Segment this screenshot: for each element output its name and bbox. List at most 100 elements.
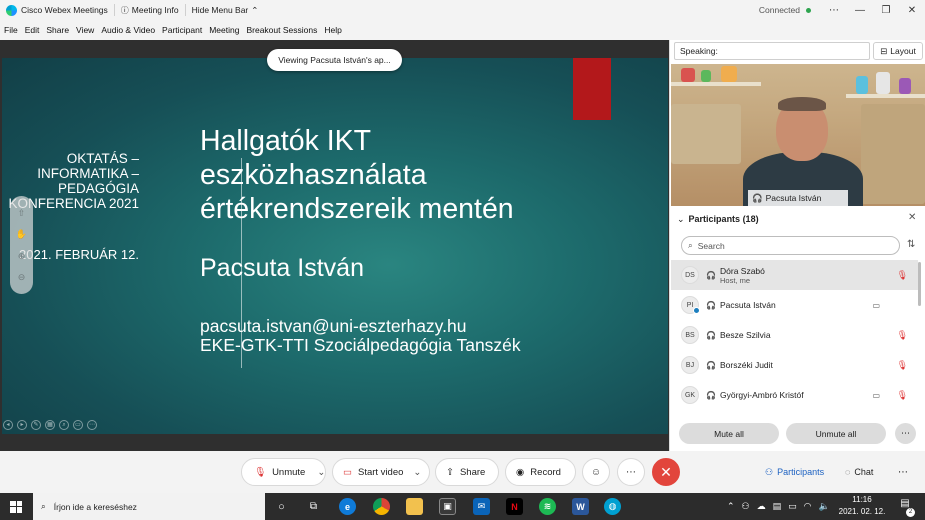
network-icon[interactable]: ▤ bbox=[773, 501, 782, 512]
word-icon[interactable]: W bbox=[572, 498, 589, 515]
participant-row[interactable]: BJ 🎧 Borszéki Judit 🎙 bbox=[671, 350, 918, 380]
participants-button[interactable]: ⚇ Participants bbox=[765, 458, 824, 486]
menu-participant[interactable]: Participant bbox=[162, 25, 202, 35]
speaker-hair bbox=[778, 97, 826, 111]
previous-slide-icon[interactable]: ◂ bbox=[3, 420, 13, 430]
file-explorer-icon[interactable] bbox=[406, 498, 423, 515]
chevron-down-icon[interactable]: ⌄ bbox=[413, 467, 421, 478]
sort-icon[interactable]: ⇅ bbox=[907, 239, 915, 250]
more-icon[interactable]: ⋯ bbox=[821, 5, 847, 16]
taskbar-clock[interactable]: 11:16 2021. 02. 12. bbox=[836, 494, 888, 518]
more-icon: ⋯ bbox=[626, 466, 636, 478]
start-video-button[interactable]: ▭ Start video ⌄ bbox=[332, 458, 430, 486]
system-tray: ⌃ ⚇ ☁ ▤ ▭ ◠ 🔈 bbox=[727, 493, 830, 520]
taskbar-search-input[interactable]: ⌕ Írjon ide a kereséshez bbox=[33, 493, 265, 520]
participant-search-input[interactable]: ⌕ Search bbox=[681, 236, 900, 255]
mic-muted-icon[interactable]: 🎙 bbox=[897, 390, 908, 401]
participants-panel-header[interactable]: ⌄ Participants (18) bbox=[671, 208, 925, 230]
slide-title: Hallgatók IKT eszközhasználata értékrend… bbox=[200, 125, 514, 225]
menu-file[interactable]: File bbox=[4, 25, 18, 35]
magnifier-icon[interactable]: ⌕ bbox=[59, 420, 69, 430]
menu-breakout-sessions[interactable]: Breakout Sessions bbox=[246, 25, 317, 35]
connected-indicator-icon bbox=[806, 7, 811, 13]
restore-button[interactable]: ❐ bbox=[873, 5, 899, 16]
mic-muted-icon[interactable]: 🎙 bbox=[897, 330, 908, 341]
avatar: GK bbox=[681, 386, 699, 404]
pointer-icon[interactable]: ⇧ bbox=[16, 207, 28, 219]
participant-row[interactable]: BS 🎧 Besze Szilvia 🎙 bbox=[671, 320, 918, 350]
minimize-button[interactable]: — bbox=[847, 5, 873, 16]
slide-department: EKE-GTK-TTI Szociálpedagógia Tanszék bbox=[200, 335, 521, 355]
slide-controls: ◂ ▸ ✎ ▦ ⌕ ▭ ⋯ bbox=[3, 420, 97, 430]
store-icon[interactable]: ▣ bbox=[439, 498, 456, 515]
slide-email: pacsuta.istvan@uni-eszterhazy.hu bbox=[200, 316, 467, 336]
close-button[interactable]: ✕ bbox=[899, 5, 925, 16]
participants-more-button[interactable]: ⋯ bbox=[895, 423, 916, 444]
chevron-down-icon[interactable]: ⌄ bbox=[317, 467, 325, 478]
windows-logo-icon bbox=[10, 500, 22, 513]
reactions-button[interactable]: ☺ bbox=[582, 458, 610, 486]
participants-scrollbar[interactable] bbox=[918, 262, 921, 306]
leave-meeting-button[interactable]: ✕ bbox=[652, 458, 680, 486]
menu-share[interactable]: Share bbox=[46, 25, 69, 35]
more-panels-button[interactable]: ⋯ bbox=[898, 458, 908, 486]
chevron-up-icon[interactable]: ⌃ bbox=[727, 501, 735, 512]
active-speaker-video[interactable] bbox=[671, 64, 925, 206]
chat-icon: ◌ bbox=[845, 467, 851, 477]
zoom-out-icon[interactable]: ⊖ bbox=[16, 271, 28, 283]
layout-button[interactable]: ⊟ Layout bbox=[873, 42, 923, 60]
mic-muted-icon[interactable]: 🎙 bbox=[897, 270, 908, 281]
menu-help[interactable]: Help bbox=[324, 25, 341, 35]
battery-icon[interactable]: ▭ bbox=[788, 501, 797, 512]
participant-row[interactable]: GK 🎧 Györgyi-Ambró Kristóf ▭ 🎙 bbox=[671, 380, 918, 410]
headset-icon: 🎧 bbox=[706, 300, 716, 310]
webex-taskbar-icon[interactable]: ◍ bbox=[604, 498, 621, 515]
mic-muted-icon[interactable]: 🎙 bbox=[897, 360, 908, 371]
close-icon[interactable]: ✕ bbox=[908, 212, 916, 223]
netflix-icon[interactable]: N bbox=[506, 498, 523, 515]
zoom-in-icon[interactable]: ⊕ bbox=[16, 250, 28, 262]
menu-view[interactable]: View bbox=[76, 25, 94, 35]
speaking-indicator: Speaking: bbox=[674, 42, 870, 60]
share-button[interactable]: ⇪ Share bbox=[435, 458, 499, 486]
volume-icon[interactable]: 🔈 bbox=[819, 501, 830, 512]
unmute-button[interactable]: 🎙 Unmute ⌄ bbox=[241, 458, 326, 486]
menu-audio-video[interactable]: Audio & Video bbox=[101, 25, 155, 35]
webex-window: Cisco Webex Meetings ⓘ Meeting Info Hide… bbox=[0, 0, 925, 520]
shared-slide: OKTATÁS – INFORMATIKA – PEDAGÓGIA KONFER… bbox=[2, 58, 668, 434]
mute-all-button[interactable]: Mute all bbox=[679, 423, 779, 444]
next-slide-icon[interactable]: ▸ bbox=[17, 420, 27, 430]
spotify-icon[interactable]: ≋ bbox=[539, 498, 556, 515]
avatar: BS bbox=[681, 326, 699, 344]
cortana-icon[interactable]: ○ bbox=[273, 498, 290, 515]
participant-row[interactable]: DS 🎧 Dóra Szabó Host, me 🎙 bbox=[671, 260, 918, 290]
edge-icon[interactable]: e bbox=[339, 498, 356, 515]
chat-button[interactable]: ◌ Chat bbox=[845, 458, 873, 486]
task-view-icon[interactable]: ⧉ bbox=[305, 498, 322, 515]
record-icon: ◉ bbox=[516, 466, 525, 478]
start-button[interactable] bbox=[0, 493, 32, 520]
hide-menu-bar-button[interactable]: Hide Menu Bar ⌃ bbox=[186, 5, 265, 16]
search-icon: ⌕ bbox=[41, 501, 46, 511]
mail-icon[interactable]: ✉ bbox=[473, 498, 490, 515]
meeting-info-button[interactable]: ⓘ Meeting Info bbox=[115, 5, 185, 16]
sharing-banner[interactable]: Viewing Pacsuta István's ap... bbox=[267, 49, 402, 71]
pen-icon[interactable]: ✎ bbox=[31, 420, 41, 430]
participant-row[interactable]: PI 🎧 Pacsuta István ▭ bbox=[671, 290, 918, 320]
people-icon[interactable]: ⚇ bbox=[742, 501, 750, 512]
participant-role: Host, me bbox=[720, 275, 751, 285]
wifi-icon[interactable]: ◠ bbox=[804, 501, 812, 512]
unmute-all-button[interactable]: Unmute all bbox=[786, 423, 886, 444]
menu-edit[interactable]: Edit bbox=[25, 25, 40, 35]
close-icon: ✕ bbox=[660, 463, 672, 480]
cloud-icon[interactable]: ☁ bbox=[757, 501, 766, 512]
headset-icon: 🎧 bbox=[706, 390, 716, 400]
more-options-button[interactable]: ⋯ bbox=[617, 458, 645, 486]
menu-meeting[interactable]: Meeting bbox=[209, 25, 239, 35]
hand-icon[interactable]: ✋ bbox=[16, 228, 28, 240]
chrome-icon[interactable] bbox=[373, 498, 390, 515]
slides-icon[interactable]: ▦ bbox=[45, 420, 55, 430]
subtitles-icon[interactable]: ▭ bbox=[73, 420, 83, 430]
more-options-icon[interactable]: ⋯ bbox=[87, 420, 97, 430]
record-button[interactable]: ◉ Record bbox=[505, 458, 576, 486]
